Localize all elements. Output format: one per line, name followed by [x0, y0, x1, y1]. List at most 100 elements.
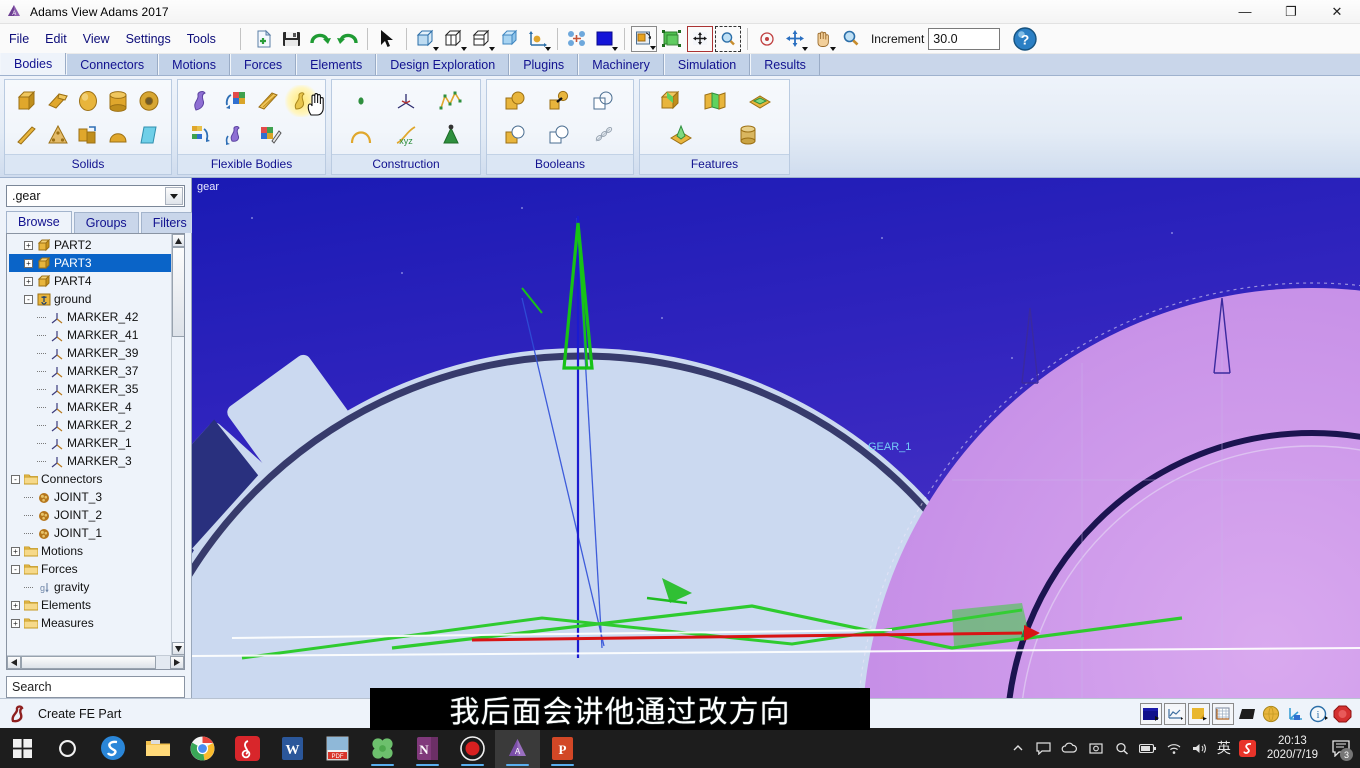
rigid-body-cylinder-icon[interactable] [103, 85, 133, 117]
sogou-browser-icon[interactable] [90, 728, 135, 768]
edit-flexible-body-icon[interactable] [253, 119, 287, 151]
pan-hand-icon[interactable] [810, 26, 836, 52]
color-swatch-icon[interactable] [592, 26, 618, 52]
feature-hole-icon[interactable] [731, 119, 765, 151]
tree-item-connectors[interactable]: - Connectors [9, 470, 171, 488]
rigid-body-extrusion-icon[interactable] [73, 119, 103, 151]
axes-icon[interactable] [1284, 703, 1306, 725]
tab-filters[interactable]: Filters [140, 212, 199, 233]
tree-item-marker_1[interactable]: MARKER_1 [9, 434, 171, 452]
flex-beam-icon[interactable] [252, 85, 285, 117]
onenote-icon[interactable]: N [405, 728, 450, 768]
model-selector-combo[interactable]: .gear [6, 185, 185, 207]
fit-view-icon[interactable] [686, 25, 713, 52]
rigid-body-torus-icon[interactable] [134, 85, 164, 117]
flex-to-rigid-icon[interactable] [185, 119, 219, 151]
menu-file[interactable]: File [2, 29, 36, 49]
tab-elements[interactable]: Elements [296, 54, 377, 75]
save-database-icon[interactable] [279, 26, 305, 52]
boolean-merge-icon[interactable] [543, 85, 577, 117]
boolean-split-icon[interactable] [543, 119, 577, 151]
depth-icon[interactable] [564, 26, 590, 52]
feature-hollow-icon[interactable] [743, 85, 777, 117]
recorder-icon[interactable] [450, 728, 495, 768]
rigid-body-planar-icon[interactable] [134, 119, 164, 151]
chevron-down-icon[interactable] [165, 187, 183, 205]
create-flexible-body-icon[interactable] [185, 85, 218, 117]
create-fe-part-icon[interactable] [284, 85, 318, 117]
expand-icon[interactable]: + [11, 546, 20, 556]
search-tray-icon[interactable] [1109, 728, 1135, 768]
expand-icon[interactable]: + [11, 600, 20, 610]
help-icon[interactable]: ? [1010, 25, 1040, 53]
onedrive-icon[interactable] [1057, 728, 1083, 768]
ime-language-icon[interactable]: 英 [1213, 728, 1235, 768]
rigid-body-bar-icon[interactable] [12, 119, 42, 151]
collapse-icon[interactable]: - [24, 294, 33, 304]
new-model-icon[interactable] [251, 26, 277, 52]
maximize-button[interactable]: ❐ [1268, 0, 1314, 24]
tree-item-measures[interactable]: + Measures [9, 614, 171, 632]
tree-horizontal-scrollbar[interactable] [7, 655, 184, 669]
scroll-right-button[interactable] [170, 656, 184, 669]
tree-item-marker_3[interactable]: MARKER_3 [9, 452, 171, 470]
rigid-body-ellipsoid-icon[interactable] [73, 85, 103, 117]
tab-design-exploration[interactable]: Design Exploration [376, 54, 510, 75]
tab-bodies[interactable]: Bodies [0, 53, 67, 75]
file-explorer-icon[interactable] [135, 728, 180, 768]
tab-machinery[interactable]: Machinery [578, 54, 664, 75]
scroll-down-button[interactable] [172, 642, 184, 655]
tree-item-marker_35[interactable]: MARKER_35 [9, 380, 171, 398]
tab-results[interactable]: Results [750, 54, 820, 75]
stop-icon[interactable] [1332, 703, 1354, 725]
increment-input[interactable]: 30.0 [928, 27, 1001, 50]
tree-item-marker_4[interactable]: MARKER_4 [9, 398, 171, 416]
feature-boss-icon[interactable] [664, 119, 698, 151]
volume-icon[interactable] [1187, 728, 1213, 768]
menu-settings[interactable]: Settings [119, 29, 178, 49]
minimize-button[interactable]: — [1222, 0, 1268, 24]
boolean-chain-icon[interactable] [587, 119, 621, 151]
wifi-icon[interactable] [1161, 728, 1187, 768]
tree-item-elements[interactable]: + Elements [9, 596, 171, 614]
render-mode-icon[interactable] [630, 25, 657, 52]
tree-item-joint_3[interactable]: JOINT_3 [9, 488, 171, 506]
tab-groups[interactable]: Groups [73, 212, 139, 233]
zoom-box-icon[interactable] [714, 25, 741, 52]
construction-point-icon[interactable] [344, 85, 378, 117]
select-arrow-icon[interactable] [374, 26, 400, 52]
scroll-left-button[interactable] [7, 656, 21, 669]
screenshot-icon[interactable] [1083, 728, 1109, 768]
expand-icon[interactable]: + [24, 258, 33, 268]
rigid-body-box-icon[interactable] [12, 85, 42, 117]
tree-scroll-thumb[interactable] [172, 247, 184, 337]
pdf-reader-icon[interactable]: PDF [315, 728, 360, 768]
undo-icon[interactable] [307, 26, 333, 52]
tree-item-motions[interactable]: + Motions [9, 542, 171, 560]
hscroll-track[interactable] [21, 656, 170, 669]
rigid-body-revolution-icon[interactable] [103, 119, 133, 151]
render-sphere-icon[interactable] [1260, 703, 1282, 725]
clover-icon[interactable] [360, 728, 405, 768]
tab-connectors[interactable]: Connectors [66, 54, 159, 75]
tree-item-joint_1[interactable]: JOINT_1 [9, 524, 171, 542]
tree-vertical-scrollbar[interactable] [171, 234, 184, 655]
flex-swap-icon[interactable] [219, 119, 253, 151]
tab-simulation[interactable]: Simulation [663, 54, 751, 75]
scroll-up-button[interactable] [172, 234, 184, 247]
rigid-to-flex-icon[interactable] [218, 85, 251, 117]
show-hidden-icons-icon[interactable] [1005, 728, 1031, 768]
tab-motions[interactable]: Motions [158, 54, 230, 75]
part-color-icon[interactable] [1188, 702, 1210, 725]
tree-item-marker_39[interactable]: MARKER_39 [9, 344, 171, 362]
icon-visibility-icon[interactable] [659, 26, 685, 52]
adams-view-icon[interactable]: A [495, 728, 540, 768]
powerpoint-icon[interactable]: P [540, 728, 585, 768]
taskbar-clock[interactable]: 20:13 2020/7/19 [1267, 734, 1318, 762]
plot-icon[interactable] [1164, 702, 1186, 725]
collapse-icon[interactable]: - [11, 474, 20, 484]
redo-icon[interactable] [335, 26, 361, 52]
working-grid-icon[interactable] [525, 26, 551, 52]
start-button-icon[interactable] [0, 728, 45, 768]
tab-plugins[interactable]: Plugins [509, 54, 579, 75]
